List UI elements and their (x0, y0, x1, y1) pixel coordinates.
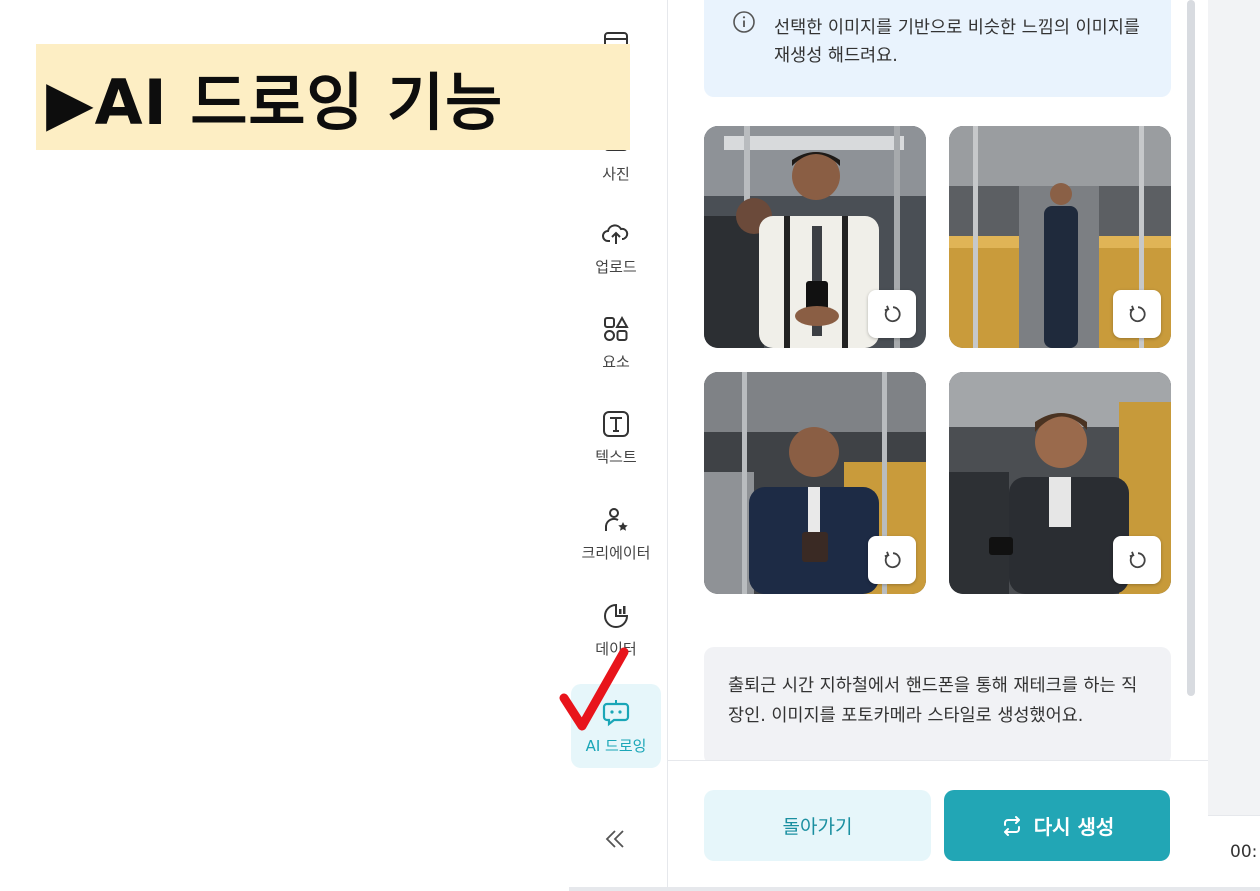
refresh-icon (1129, 551, 1146, 569)
check-mark-icon (559, 647, 629, 731)
time-readout: 00: (1230, 842, 1258, 862)
feature-title: ▶AI 드로잉 기능 (46, 66, 504, 139)
generated-image[interactable] (949, 126, 1171, 348)
regenerate-image-button[interactable] (868, 536, 916, 584)
sidebar-item-upload[interactable]: 업로드 (571, 205, 661, 289)
generated-image[interactable] (704, 126, 926, 348)
shapes-icon (604, 315, 629, 341)
bottom-divider (569, 887, 1260, 891)
regenerate-button[interactable]: 다시 생성 (944, 790, 1170, 861)
sidebar-item-label: 크리에이터 (581, 543, 651, 562)
collapse-sidebar-button[interactable] (600, 822, 630, 856)
text-box-icon (603, 410, 629, 437)
person-star-icon (605, 507, 628, 531)
regenerate-label: 다시 생성 (1033, 815, 1115, 839)
feature-title-banner: ▶AI 드로잉 기능 (36, 44, 630, 150)
sidebar-item-creator[interactable]: 크리에이터 (571, 491, 661, 575)
panel-footer: 돌아가기 다시 생성 (668, 760, 1208, 891)
timeline-bar: 00: (1208, 815, 1260, 891)
sidebar-item-label: 텍스트 (595, 447, 637, 466)
sidebar-item-label: AI 드로잉 (585, 736, 647, 755)
regenerate-image-button[interactable] (868, 290, 916, 338)
ai-drawing-panel: 선택한 이미지를 기반으로 비슷한 느낌의 이미지를 재생성 해드려요. 출퇴근… (668, 0, 1208, 891)
cloud-upload-icon (602, 223, 629, 244)
regenerate-image-button[interactable] (1113, 290, 1161, 338)
prompt-description: 출퇴근 시간 지하철에서 핸드폰을 통해 재테크를 하는 직장인. 이미지를 포… (704, 647, 1171, 765)
regenerate-image-button[interactable] (1113, 536, 1161, 584)
double-chevron-left-icon (605, 830, 624, 848)
sidebar-item-label: 요소 (602, 352, 630, 371)
sidebar-item-text[interactable]: 텍스트 (571, 395, 661, 479)
refresh-icon (1129, 305, 1146, 323)
back-button[interactable]: 돌아가기 (704, 790, 931, 861)
repeat-icon (1003, 815, 1020, 836)
prompt-text: 출퇴근 시간 지하철에서 핸드폰을 통해 재테크를 하는 직장인. 이미지를 포… (728, 676, 1138, 726)
refresh-icon (884, 305, 901, 323)
sidebar-item-label: 사진 (602, 164, 630, 183)
info-notice: 선택한 이미지를 기반으로 비슷한 느낌의 이미지를 재생성 해드려요. (704, 0, 1171, 97)
canvas-area (1208, 0, 1260, 891)
pie-chart-icon (604, 603, 629, 628)
info-icon (733, 11, 755, 33)
sidebar-item-label: 업로드 (595, 257, 637, 276)
generated-image[interactable] (704, 372, 926, 594)
generated-image[interactable] (949, 372, 1171, 594)
sidebar-item-elements[interactable]: 요소 (571, 300, 661, 384)
info-text: 선택한 이미지를 기반으로 비슷한 느낌의 이미지를 재생성 해드려요. (774, 18, 1140, 66)
refresh-icon (884, 551, 901, 569)
panel-scrollbar[interactable] (1187, 0, 1195, 696)
